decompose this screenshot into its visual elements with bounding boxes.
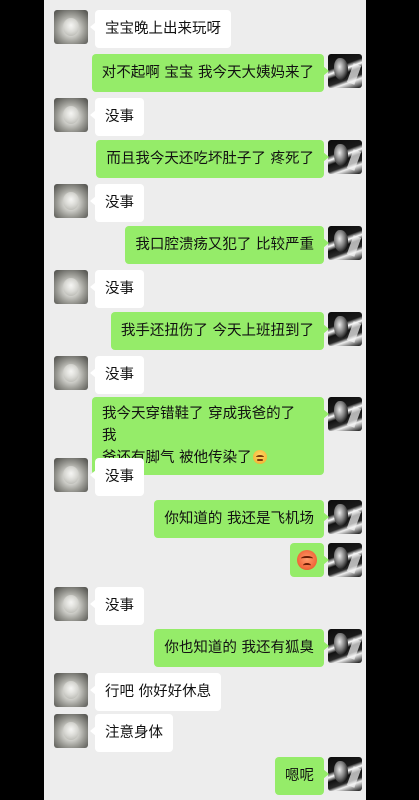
user-avatar[interactable] [328,312,362,346]
message-row [44,543,366,579]
contact-avatar[interactable] [54,673,88,707]
user-avatar[interactable] [328,140,362,174]
user-avatar[interactable] [328,54,362,88]
user-avatar[interactable] [328,500,362,534]
message-bubble-outgoing[interactable]: 我手还扭伤了 今天上班扭到了 [110,312,330,350]
message-bubble-incoming[interactable]: 没事 [90,458,144,496]
message-row: 宝宝晚上出来玩呀 [44,10,366,48]
user-avatar[interactable] [328,226,362,260]
message-bubble-outgoing[interactable] [290,543,329,577]
message-row: 没事 [44,98,366,136]
message-row: 而且我今天还吃坏肚子了 疼死了 [44,140,366,178]
message-bubble-incoming[interactable]: 没事 [90,356,144,394]
message-bubble-incoming[interactable]: 没事 [90,270,144,308]
user-avatar[interactable] [328,757,362,791]
message-row: 你知道的 我还是飞机场 [44,500,366,538]
message-text-line: 我今天穿错鞋了 穿成我爸的了 我 [102,406,296,444]
message-bubble-outgoing[interactable]: 你也知道的 我还有狐臭 [154,629,329,667]
message-row: 没事 [44,458,366,496]
message-bubble-outgoing[interactable]: 而且我今天还吃坏肚子了 疼死了 [96,140,329,178]
contact-avatar[interactable] [54,356,88,390]
message-row: 没事 [44,184,366,222]
message-row: 我手还扭伤了 今天上班扭到了 [44,312,366,350]
message-bubble-outgoing[interactable]: 我口腔溃疡又犯了 比较严重 [125,226,329,264]
user-avatar[interactable] [328,543,362,577]
message-row: 没事 [44,587,366,625]
message-bubble-outgoing[interactable]: 嗯呢 [275,757,329,795]
contact-avatar[interactable] [54,270,88,304]
message-bubble-incoming[interactable]: 行吧 你好好休息 [89,673,222,711]
message-bubble-incoming[interactable]: 没事 [90,98,144,136]
message-row: 注意身体 [44,714,366,752]
message-row: 我今天穿错鞋了 穿成我爸的了 我 爸还有脚气 被他传染了 [44,397,366,475]
message-bubble-incoming[interactable]: 注意身体 [90,714,173,752]
contact-avatar[interactable] [54,458,88,492]
contact-avatar[interactable] [54,587,88,621]
message-bubble-outgoing[interactable]: 你知道的 我还是飞机场 [154,500,329,538]
chat-screen: 宝宝晚上出来玩呀 对不起啊 宝宝 我今天大姨妈来了 没事 而且我今天还吃坏肚子了… [44,0,366,800]
contact-avatar[interactable] [54,10,88,44]
contact-avatar[interactable] [54,714,88,748]
message-row: 嗯呢 [44,757,366,795]
contact-avatar[interactable] [54,184,88,218]
contact-avatar[interactable] [54,98,88,132]
message-row: 我口腔溃疡又犯了 比较严重 [44,226,366,264]
user-avatar[interactable] [328,629,362,663]
message-row: 行吧 你好好休息 [44,673,366,711]
message-bubble-outgoing[interactable]: 对不起啊 宝宝 我今天大姨妈来了 [91,54,330,92]
angry-emoji-icon [297,550,317,570]
message-row: 没事 [44,356,366,394]
message-row: 你也知道的 我还有狐臭 [44,629,366,667]
message-bubble-incoming[interactable]: 宝宝晚上出来玩呀 [90,10,231,48]
message-row: 对不起啊 宝宝 我今天大姨妈来了 [44,54,366,92]
message-bubble-incoming[interactable]: 没事 [90,587,144,625]
user-avatar[interactable] [328,397,362,431]
message-row: 没事 [44,270,366,308]
message-bubble-incoming[interactable]: 没事 [90,184,144,222]
